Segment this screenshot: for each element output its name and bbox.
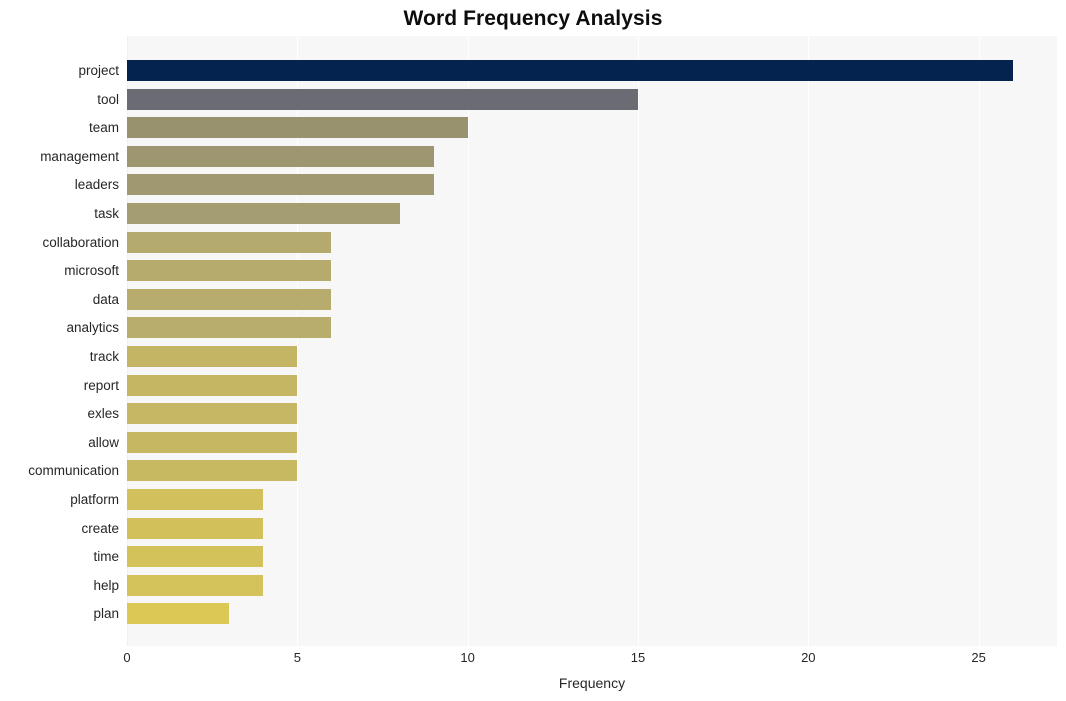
y-axis-label: platform [70,492,119,507]
y-axis-label: communication [28,463,119,479]
y-axis-label: task [94,206,119,221]
y-axis-label: create [81,520,119,536]
bar [127,288,332,310]
bar [127,546,264,568]
y-axis-label: tool [97,91,119,107]
bar [127,489,264,510]
y-axis-label: track [89,349,119,364]
bar [127,517,264,539]
bar [127,574,264,596]
x-axis-tick-labels: 0 5 10 15 20 25 [123,650,1057,670]
bar [127,145,434,167]
y-axis-label: help [93,577,119,593]
x-axis-title: Frequency [558,675,626,691]
bar [127,431,298,453]
chart-container: Word Frequency Analysis project tool team m… [0,0,1066,701]
y-axis-labels: project tool team management leaders task coll… [0,36,119,646]
bar [127,60,1013,81]
y-axis-label: allow [88,434,119,450]
bar [127,174,434,196]
bar [127,231,332,253]
bar [127,403,298,425]
bar [127,88,638,110]
y-axis-label: leaders [74,177,119,193]
y-axis-label: plan [93,606,119,622]
y-axis-label: project [78,63,119,78]
x-tick-label: 20 [801,650,816,665]
bar [127,346,298,367]
y-axis-label: team [88,120,119,136]
y-axis-label: time [93,549,119,565]
plot-area [127,36,1057,646]
x-tick-label: 0 [123,650,131,665]
y-axis-label: collaboration [42,234,119,250]
chart-title: Word Frequency Analysis [403,7,663,30]
bar [127,317,332,339]
bar [127,603,230,625]
y-axis-label: report [83,377,119,393]
y-axis-label: data [92,291,119,307]
bar [127,374,298,396]
y-axis-label: exles [87,406,119,422]
bar [127,260,332,282]
x-tick-label: 15 [630,650,646,665]
y-axis-label: microsoft [64,263,119,279]
x-tick-label: 10 [460,650,475,665]
bars-layer [127,36,1057,646]
bar [127,117,468,139]
y-axis-label: analytics [66,320,119,336]
x-tick-label: 25 [971,650,986,665]
y-axis-label: management [40,148,119,164]
bar [127,460,298,482]
bar [127,203,400,224]
x-tick-label: 5 [293,650,301,665]
